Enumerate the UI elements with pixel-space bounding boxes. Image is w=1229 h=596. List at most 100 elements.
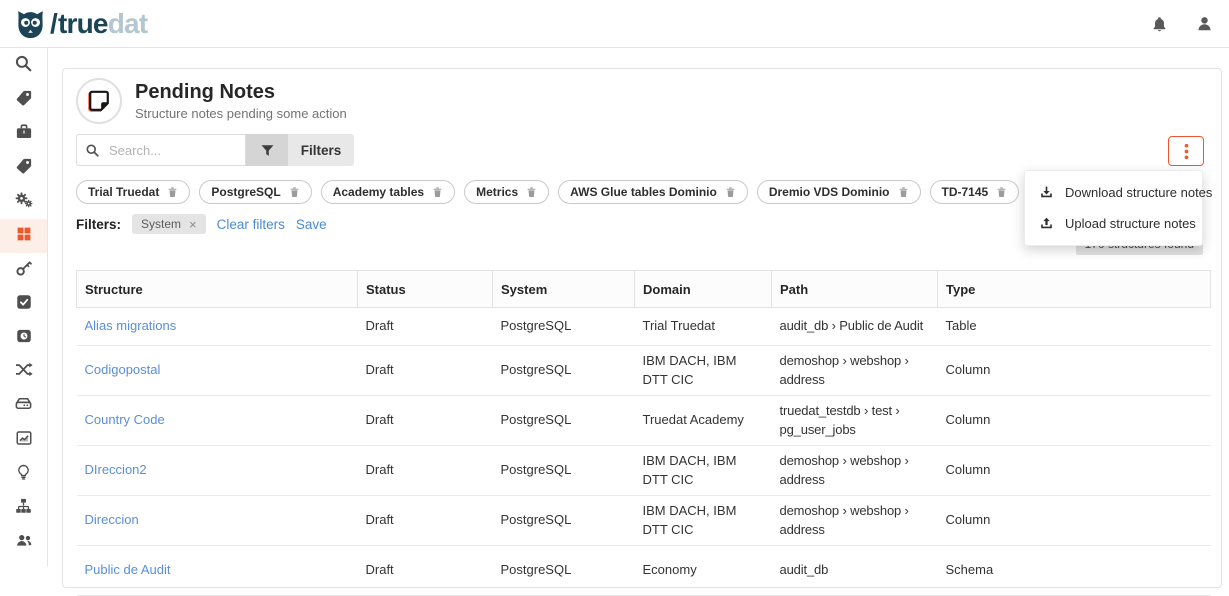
structure-link[interactable]: Public de Audit [85,562,171,577]
check-square-icon [15,293,33,316]
status-cell: Draft [358,446,493,496]
sitemap-icon [14,497,33,520]
path-cell: truedat_testdb › test › pg_user_jobs [772,396,938,446]
note-icon [86,88,112,114]
table-row: Country Code Draft PostgreSQL Truedat Ac… [77,396,1211,446]
page-title: Pending Notes [135,81,347,104]
trash-icon[interactable] [996,186,1007,198]
sidebar-item-admin[interactable] [0,185,47,219]
notifications-bell-icon[interactable] [1151,15,1168,33]
domain-cell: IBM DACH, IBM DTT CIC [635,496,772,546]
tags-icon [15,157,33,180]
chart-icon [15,429,33,452]
sidebar-item-glossary[interactable] [0,83,47,117]
system-cell: PostgreSQL [493,308,635,346]
kebab-icon [1184,143,1189,160]
sidebar-item-dashboards[interactable] [0,423,47,457]
key-icon [15,259,33,282]
server-icon [14,394,33,418]
applied-filter-system[interactable]: System × [132,214,206,234]
tag-icon [15,89,33,112]
chip-metrics[interactable]: Metrics [464,180,549,204]
sidebar-item-taxonomy[interactable] [0,151,47,185]
sidebar-item-ideas[interactable] [0,457,47,491]
shuffle-icon [14,360,33,384]
structure-link[interactable]: Alias migrations [85,318,177,333]
type-cell: Table [938,308,1211,346]
chip-td-7145[interactable]: TD-7145 [930,180,1020,204]
system-cell: PostgreSQL [493,396,635,446]
type-cell: Column [938,396,1211,446]
note-badge [76,78,122,124]
filters-label: Filters: [76,217,121,232]
system-cell: PostgreSQL [493,346,635,396]
type-cell: Column [938,446,1211,496]
trash-icon[interactable] [289,186,300,198]
chip-postgresql[interactable]: PostgreSQL [199,180,311,204]
status-cell: Draft [358,546,493,596]
trash-icon[interactable] [432,186,443,198]
download-icon [1039,185,1054,200]
filters-button[interactable]: Filters [288,134,354,166]
table-row: Direccion Draft PostgreSQL IBM DACH, IBM… [77,496,1211,546]
status-cell: Draft [358,396,493,446]
system-cell: PostgreSQL [493,546,635,596]
sidebar-item-domains[interactable] [0,491,47,525]
structure-link[interactable]: Direccion [85,512,139,527]
sidebar-item-structures[interactable] [0,219,47,253]
trash-icon[interactable] [167,186,178,198]
download-structure-notes-item[interactable]: Download structure notes [1025,177,1202,208]
upload-structure-notes-item[interactable]: Upload structure notes [1025,208,1202,239]
type-cell: Column [938,496,1211,546]
sidebar-nav [0,48,48,566]
page-subtitle: Structure notes pending some action [135,106,347,121]
truedat-logo[interactable]: /truedat [14,8,147,39]
structure-link[interactable]: Codigopostal [85,362,161,377]
structure-link[interactable]: DIreccion2 [85,462,147,477]
logo-wordmark: /truedat [48,10,147,38]
column-header-status: Status [358,271,493,308]
chip-trial-truedat[interactable]: Trial Truedat [76,180,190,204]
search-input[interactable] [107,142,237,159]
trash-icon[interactable] [526,186,537,198]
column-header-domain: Domain [635,271,772,308]
sidebar-item-permissions[interactable] [0,253,47,287]
owl-logo-icon [14,8,47,39]
domain-cell: Economy [635,546,772,596]
column-header-system: System [493,271,635,308]
funnel-icon [260,143,275,158]
structure-link[interactable]: Country Code [85,412,165,427]
user-account-icon[interactable] [1196,15,1213,32]
trash-icon[interactable] [898,186,909,198]
sidebar-item-search[interactable] [0,49,47,83]
sidebar-item-quality[interactable] [0,287,47,321]
status-cell: Draft [358,496,493,546]
path-cell: audit_db › Public de Audit [772,308,938,346]
pending-notes-panel: Pending Notes Structure notes pending so… [62,68,1222,588]
chip-dremio-vds-dominio[interactable]: Dremio VDS Dominio [757,180,921,204]
trash-icon[interactable] [725,186,736,198]
sidebar-item-catalog[interactable] [0,117,47,151]
path-cell: audit_db [772,546,938,596]
structures-table: Structure Status System Domain Path Type… [76,270,1211,596]
column-header-type: Type [938,271,1211,308]
filter-funnel-button[interactable] [246,134,288,166]
chip-academy-tables[interactable]: Academy tables [321,180,455,204]
path-cell: demoshop › webshop › address [772,346,938,396]
save-filters-link[interactable]: Save [296,217,327,232]
sidebar-item-lineage[interactable] [0,355,47,389]
search-box [76,134,246,166]
users-icon [14,531,34,554]
sidebar-item-users[interactable] [0,525,47,559]
domain-cell: Trial Truedat [635,308,772,346]
top-bar: /truedat [0,0,1229,48]
sidebar-item-executions[interactable] [0,321,47,355]
chip-aws-glue-tables-dominio[interactable]: AWS Glue tables Dominio [558,180,748,204]
grid-icon [15,225,33,248]
sidebar-item-systems[interactable] [0,389,47,423]
close-icon[interactable]: × [189,218,197,231]
clear-filters-link[interactable]: Clear filters [217,217,285,232]
more-actions-button[interactable] [1168,136,1204,166]
column-header-structure: Structure [77,271,358,308]
table-row: Public de Audit Draft PostgreSQL Economy… [77,546,1211,596]
